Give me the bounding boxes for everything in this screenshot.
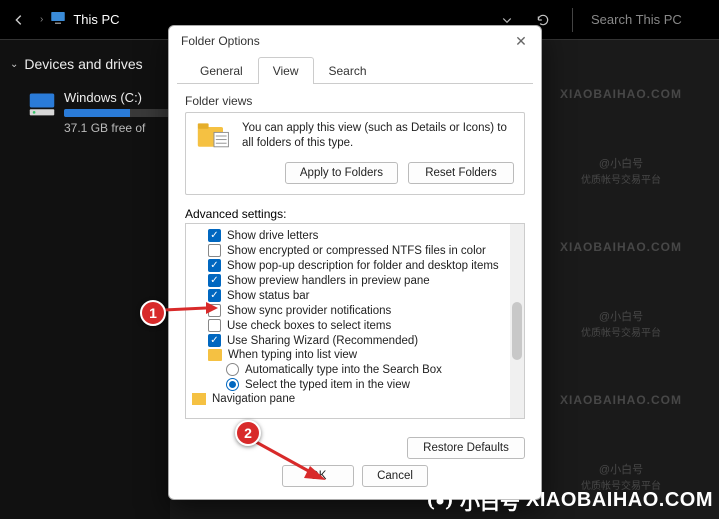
setting-label: Show preview handlers in preview pane xyxy=(227,275,430,287)
divider xyxy=(572,8,573,32)
folder-views-group: You can apply this view (such as Details… xyxy=(185,112,525,195)
watermark-banner-url: XIAOBAIHAO.COM xyxy=(526,489,713,512)
watermark-banner: 小白号 XIAOBAIHAO.COM xyxy=(426,486,713,515)
advanced-setting-row[interactable]: ✓ Show pop-up description for folder and … xyxy=(190,258,520,273)
restore-defaults-button[interactable]: Restore Defaults xyxy=(407,437,525,459)
radio-icon[interactable] xyxy=(226,378,239,391)
tab-general[interactable]: General xyxy=(185,57,258,84)
nav-back-icon[interactable] xyxy=(8,9,30,31)
setting-label: Automatically type into the Search Box xyxy=(245,364,442,376)
watermark-banner-cn: 小白号 xyxy=(460,486,520,515)
setting-label: Use Sharing Wizard (Recommended) xyxy=(227,335,418,347)
drive-name: Windows (C:) xyxy=(64,90,174,105)
chevron-down-icon: ⌄ xyxy=(10,59,18,70)
tab-search[interactable]: Search xyxy=(314,57,382,84)
setting-label: Show drive letters xyxy=(227,230,318,242)
watermark-cell: @小白号优质帐号交易平台 xyxy=(560,155,682,186)
setting-label: Show status bar xyxy=(227,290,309,302)
checkbox-icon[interactable]: ✓ xyxy=(208,259,221,272)
setting-label: Show encrypted or compressed NTFS files … xyxy=(227,245,486,257)
advanced-settings-list: ✓ Show drive letters Show encrypted or com… xyxy=(185,223,525,419)
folder-views-icon xyxy=(196,121,232,154)
checkbox-icon[interactable]: ✓ xyxy=(208,334,221,347)
advanced-setting-row[interactable]: Show encrypted or compressed NTFS files … xyxy=(190,243,520,258)
drive-item[interactable]: Windows (C:) 37.1 GB free of xyxy=(8,90,162,135)
section-label: Devices and drives xyxy=(24,56,142,72)
setting-label: Use check boxes to select items xyxy=(227,320,391,332)
breadcrumb-location: This PC xyxy=(73,12,119,27)
checkbox-icon[interactable] xyxy=(208,319,221,332)
advanced-settings-heading: Advanced settings: xyxy=(185,207,525,221)
navigation-pane-icon xyxy=(192,393,206,405)
dialog-tabs: General View Search xyxy=(177,56,533,84)
drive-icon xyxy=(28,90,56,135)
cancel-button[interactable]: Cancel xyxy=(362,465,428,487)
search-input[interactable]: Search This PC xyxy=(591,12,711,27)
chevron-right-icon: › xyxy=(40,14,43,25)
close-icon[interactable]: ✕ xyxy=(507,29,535,53)
watermark-cell: XIAOBAIHAO.COM xyxy=(560,393,682,407)
watermark-cell: XIAOBAIHAO.COM xyxy=(560,87,682,101)
advanced-setting-row[interactable]: Automatically type into the Search Box xyxy=(190,362,520,377)
folder-views-heading: Folder views xyxy=(185,94,525,108)
setting-label: Select the typed item in the view xyxy=(245,379,410,391)
watermark-cell: @小白号优质帐号交易平台 xyxy=(560,308,682,339)
advanced-setting-row: When typing into list view xyxy=(190,348,520,362)
advanced-setting-row[interactable]: Use check boxes to select items xyxy=(190,318,520,333)
annotation-marker-1: 1 xyxy=(140,300,166,326)
advanced-setting-row[interactable]: ✓ Show preview handlers in preview pane xyxy=(190,273,520,288)
watermark-logo-icon xyxy=(426,487,454,515)
watermark-cell: XIAOBAIHAO.COM xyxy=(560,240,682,254)
explorer-leftpane: ⌄ Devices and drives Windows (C:) 37.1 G… xyxy=(0,40,170,519)
checkbox-icon[interactable]: ✓ xyxy=(208,229,221,242)
annotation-arrow-1 xyxy=(162,300,218,320)
reset-folders-button[interactable]: Reset Folders xyxy=(408,162,514,184)
folder-views-text: You can apply this view (such as Details… xyxy=(242,121,514,151)
checkbox-icon[interactable]: ✓ xyxy=(208,274,221,287)
drive-usage-bar xyxy=(64,109,174,117)
pc-icon xyxy=(49,9,67,30)
drive-subtext: 37.1 GB free of xyxy=(64,121,174,135)
setting-label: Navigation pane xyxy=(212,393,295,405)
advanced-setting-row[interactable]: Show sync provider notifications xyxy=(190,303,520,318)
annotation-marker-2: 2 xyxy=(235,420,261,446)
annotation-arrow-2 xyxy=(252,438,332,486)
advanced-setting-row[interactable]: ✓ Use Sharing Wizard (Recommended) xyxy=(190,333,520,348)
advanced-setting-row[interactable]: ✓ Show drive letters xyxy=(190,228,520,243)
folder-options-dialog: Folder Options ✕ General View Search Fol… xyxy=(168,25,542,500)
scrollbar[interactable] xyxy=(510,224,524,418)
apply-to-folders-button[interactable]: Apply to Folders xyxy=(285,162,398,184)
radio-icon[interactable] xyxy=(226,363,239,376)
dialog-title: Folder Options xyxy=(181,34,507,48)
section-devices-drives[interactable]: ⌄ Devices and drives xyxy=(8,52,162,76)
dialog-titlebar[interactable]: Folder Options ✕ xyxy=(169,26,541,56)
advanced-setting-row[interactable]: ✓Show status bar xyxy=(190,288,520,303)
tab-view[interactable]: View xyxy=(258,57,314,84)
folder-icon xyxy=(208,349,222,361)
checkbox-icon[interactable] xyxy=(208,244,221,257)
setting-label: Show sync provider notifications xyxy=(227,305,391,317)
advanced-setting-row[interactable]: Select the typed item in the view xyxy=(190,377,520,392)
setting-label: When typing into list view xyxy=(228,349,357,361)
setting-label: Show pop-up description for folder and d… xyxy=(227,260,499,272)
advanced-setting-row: Navigation pane xyxy=(190,392,520,406)
